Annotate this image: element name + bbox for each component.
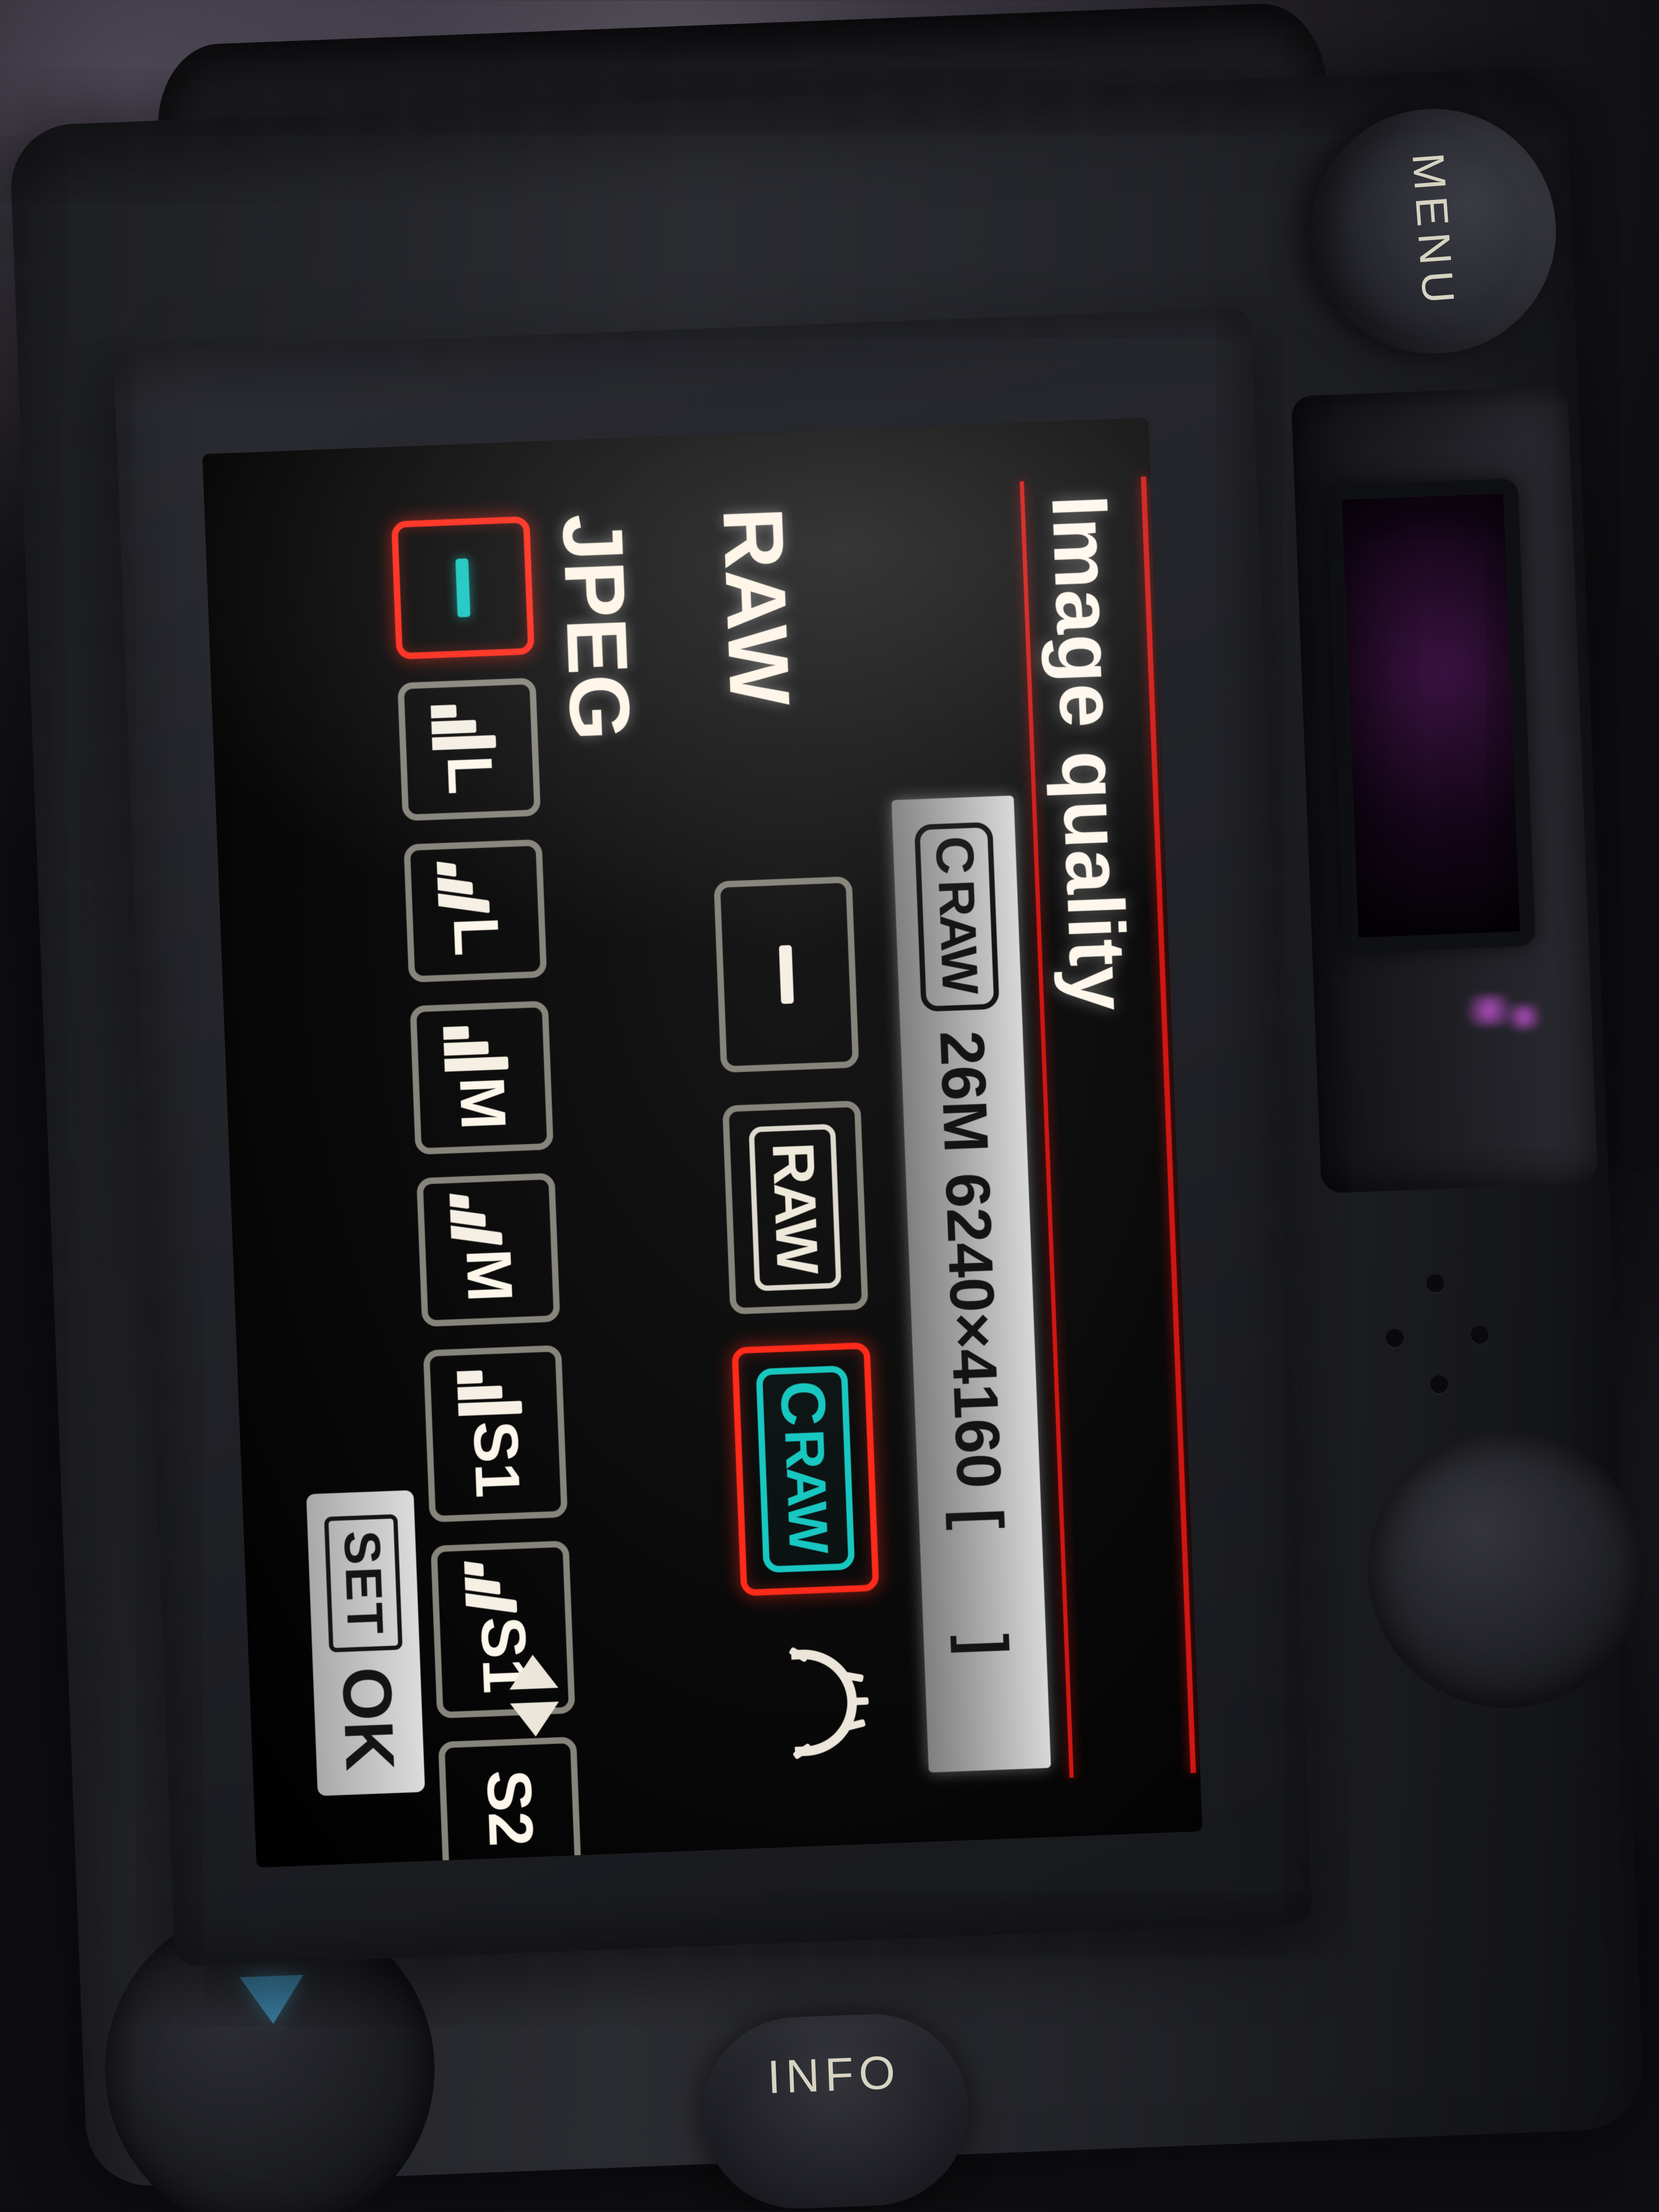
viewfinder-block <box>1291 386 1598 1194</box>
raw-option-off[interactable] <box>714 876 859 1073</box>
jpeg-option-large-normal[interactable]: L <box>404 839 547 983</box>
divider <box>1141 476 1196 1773</box>
raw-option-raw[interactable]: RAW <box>722 1101 868 1314</box>
page-title: Image quality <box>1034 493 1145 1013</box>
play-icon <box>240 1975 305 2025</box>
raw-options: RAW CRAW <box>714 876 879 1596</box>
jpeg-option-medium-normal[interactable]: M <box>416 1173 560 1327</box>
speaker-grille <box>1367 1266 1511 1410</box>
lcd-screen[interactable]: Image quality CRAW 26M 6240×4160 [ ] RAW <box>203 418 1203 1867</box>
set-badge: SET <box>324 1514 403 1653</box>
jpeg-option-s1-fine[interactable]: S1 <box>423 1345 568 1522</box>
info-button[interactable]: INFO <box>699 2010 971 2212</box>
lcd-bezel: Image quality CRAW 26M 6240×4160 [ ] RAW <box>113 307 1312 1966</box>
raw-label: RAW <box>703 506 809 708</box>
shots-remaining: [ ] <box>944 1507 1021 1656</box>
jpeg-option-large-fine[interactable]: L <box>397 677 541 821</box>
current-quality-summary: CRAW 26M 6240×4160 [ ] <box>891 795 1051 1772</box>
jpeg-label: JPEG <box>543 512 649 743</box>
megapixels-value: 26M <box>925 1029 1002 1154</box>
menu-button-label: MENU <box>1402 151 1465 312</box>
jpeg-option-s2[interactable]: S2 <box>438 1737 582 1868</box>
raw-option-craw[interactable]: CRAW <box>732 1342 879 1596</box>
viewfinder-eyepiece <box>1326 478 1536 953</box>
image-quality-menu: Image quality CRAW 26M 6240×4160 [ ] RAW <box>203 418 1203 1867</box>
craw-icon: CRAW <box>756 1365 855 1573</box>
confirm-button[interactable]: SET OK <box>306 1490 425 1796</box>
raw-icon: RAW <box>749 1124 842 1291</box>
resolution-value: 6240×4160 <box>931 1171 1016 1490</box>
raw-section: RAW RAW CRAW <box>667 504 886 1786</box>
camera-body: MENU INFO Image quality CRAW <box>9 66 1645 2188</box>
craw-badge-icon: CRAW <box>915 822 1000 1012</box>
info-button-label: INFO <box>766 2045 901 2105</box>
ok-label: OK <box>326 1665 410 1772</box>
jpeg-option-off[interactable] <box>391 516 535 660</box>
main-dial-icon <box>791 1648 859 1756</box>
jpeg-option-medium-fine[interactable]: M <box>410 1001 554 1155</box>
left-right-arrows-icon <box>508 1654 560 1737</box>
